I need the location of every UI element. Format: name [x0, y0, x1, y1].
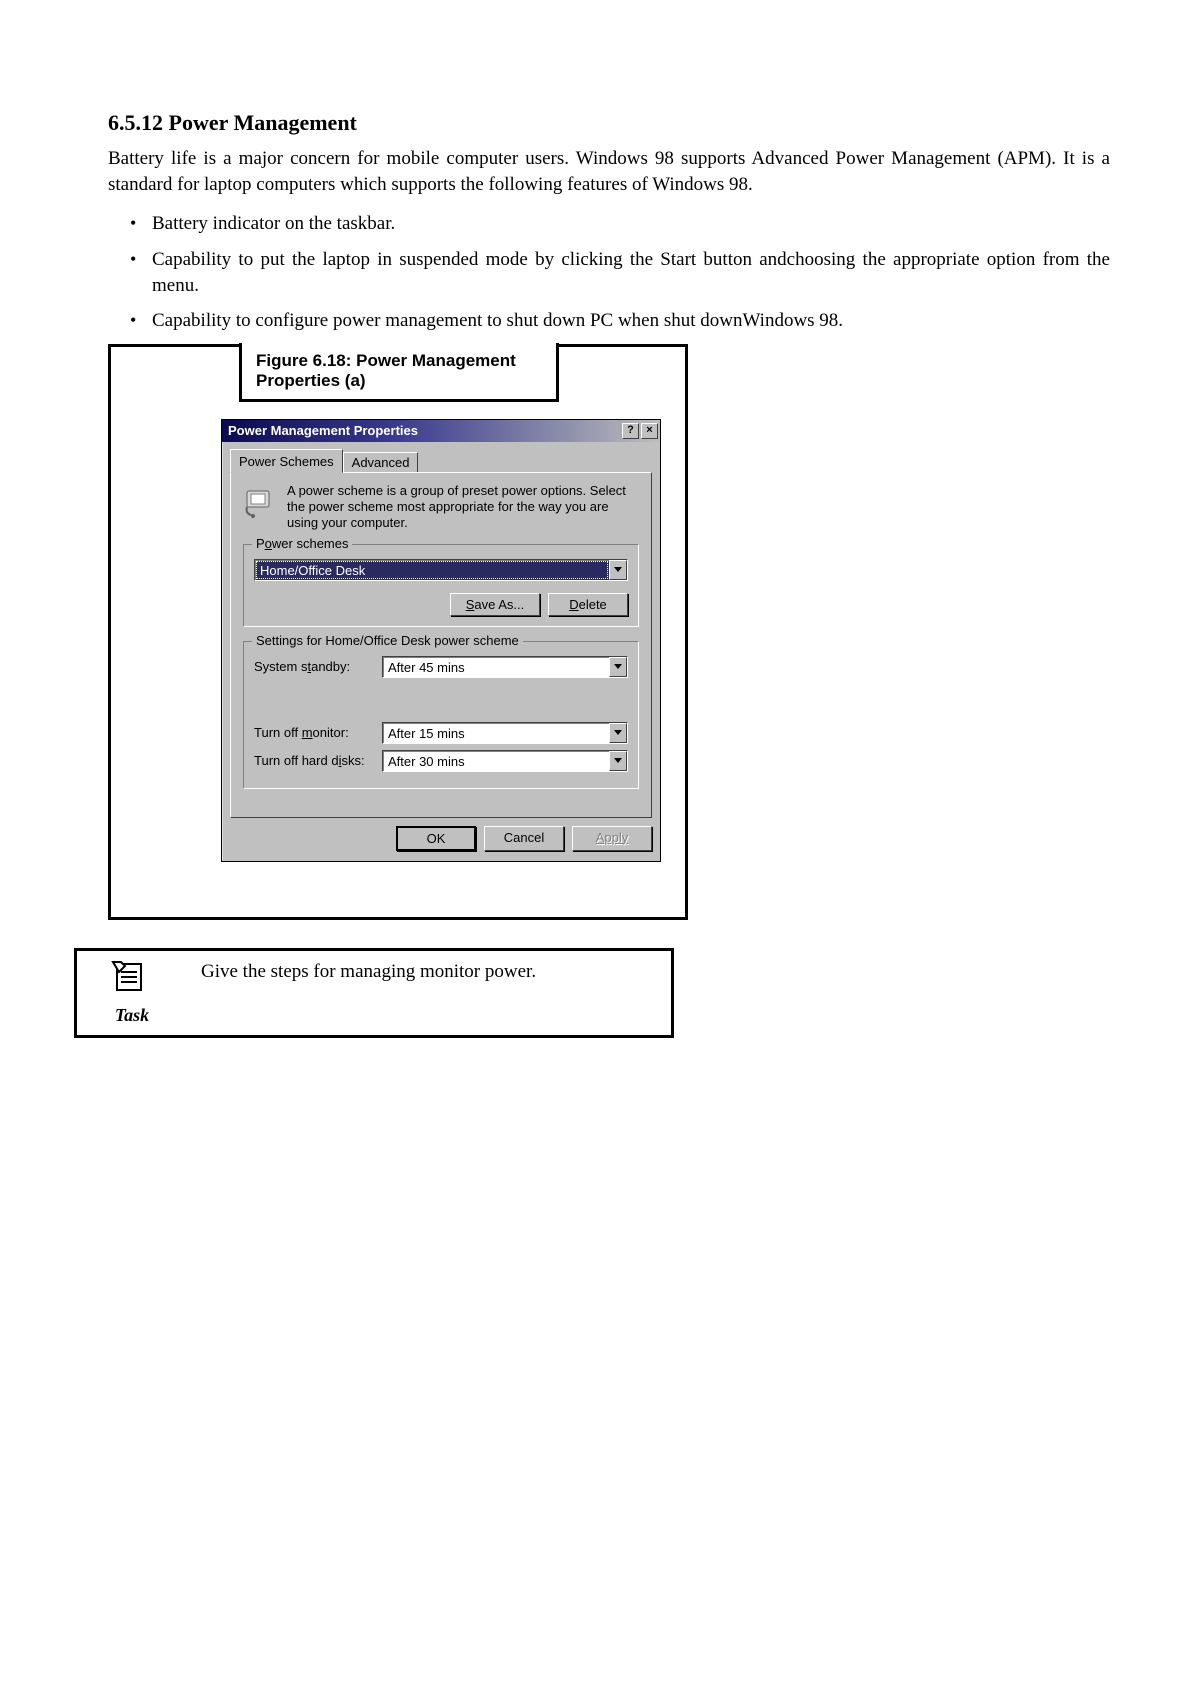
settings-groupbox: Settings for Home/Office Desk power sche… — [243, 641, 639, 789]
turn-off-disks-label: Turn off hard disks: — [254, 753, 374, 768]
task-icon-cell: Task — [77, 951, 187, 1035]
power-scheme-icon — [243, 483, 277, 519]
turn-off-disks-value: After 30 mins — [383, 751, 609, 771]
ok-button[interactable]: OK — [396, 826, 476, 851]
task-icon — [111, 960, 153, 1003]
power-schemes-groupbox: Power schemes Home/Office Desk Save As..… — [243, 544, 639, 627]
figure-frame: Figure 6.18: Power Management Properties… — [108, 344, 688, 920]
tab-advanced[interactable]: Advanced — [343, 452, 419, 472]
system-standby-value: After 45 mins — [383, 657, 609, 677]
save-as-button[interactable]: Save As... — [450, 593, 540, 616]
tabs-row: Power Schemes Advanced — [222, 442, 660, 472]
power-scheme-select[interactable]: Home/Office Desk — [254, 559, 628, 581]
intro-paragraph: Battery life is a major concern for mobi… — [108, 146, 1110, 197]
chevron-down-icon[interactable] — [609, 657, 627, 677]
chevron-down-icon[interactable] — [609, 560, 627, 580]
tab-panel: A power scheme is a group of preset powe… — [230, 472, 652, 818]
section-heading: 6.5.12 Power Management — [108, 110, 1110, 136]
turn-off-monitor-label: Turn off monitor: — [254, 725, 374, 740]
power-management-dialog: Power Management Properties ? × Power Sc… — [221, 419, 661, 862]
figure-caption: Figure 6.18: Power Management Properties… — [239, 343, 559, 402]
system-standby-label: System standby: — [254, 659, 374, 674]
close-button[interactable]: × — [641, 423, 658, 439]
apply-button[interactable]: Apply — [572, 826, 652, 851]
bullet-item: Capability to configure power management… — [108, 308, 1110, 334]
turn-off-disks-select[interactable]: After 30 mins — [382, 750, 628, 772]
chevron-down-icon[interactable] — [609, 751, 627, 771]
turn-off-monitor-select[interactable]: After 15 mins — [382, 722, 628, 744]
settings-legend: Settings for Home/Office Desk power sche… — [252, 633, 523, 648]
chevron-down-icon[interactable] — [609, 723, 627, 743]
task-label: Task — [115, 1005, 149, 1026]
bullet-item: Battery indicator on the taskbar. — [108, 211, 1110, 237]
intro-text: A power scheme is a group of preset powe… — [287, 483, 639, 532]
delete-button[interactable]: Delete — [548, 593, 628, 616]
system-standby-select[interactable]: After 45 mins — [382, 656, 628, 678]
task-box: Task Give the steps for managing monitor… — [74, 948, 674, 1038]
power-scheme-value: Home/Office Desk — [255, 560, 609, 580]
bullet-list: Battery indicator on the taskbar. Capabi… — [108, 211, 1110, 334]
dialog-title: Power Management Properties — [228, 423, 418, 438]
cancel-button[interactable]: Cancel — [484, 826, 564, 851]
bullet-item: Capability to put the laptop in suspende… — [108, 247, 1110, 298]
tab-power-schemes[interactable]: Power Schemes — [230, 449, 343, 473]
help-button[interactable]: ? — [622, 423, 639, 439]
task-text: Give the steps for managing monitor powe… — [187, 951, 671, 1035]
dialog-titlebar: Power Management Properties ? × — [222, 420, 660, 442]
power-schemes-legend: Power schemes — [252, 536, 352, 551]
turn-off-monitor-value: After 15 mins — [383, 723, 609, 743]
